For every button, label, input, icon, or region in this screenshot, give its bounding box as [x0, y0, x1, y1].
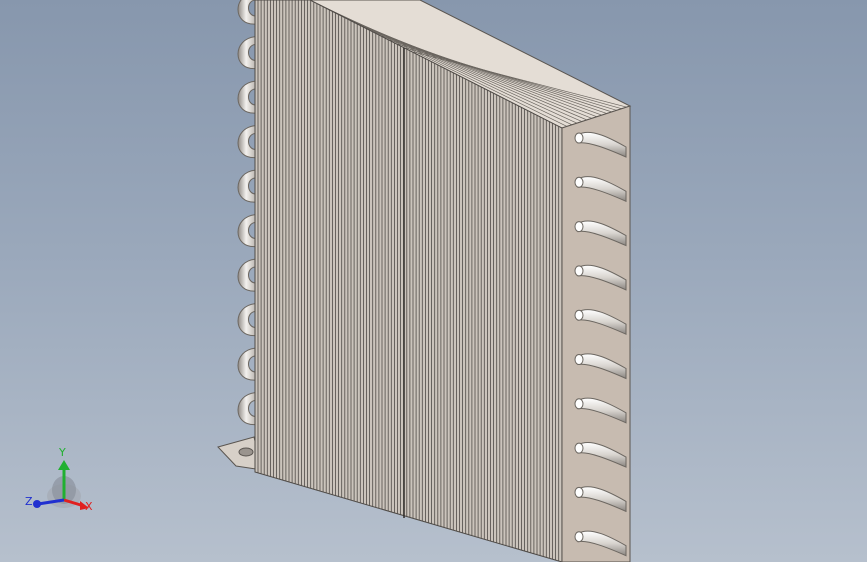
- left-bend: [237, 213, 257, 248]
- left-bend: [237, 258, 257, 292]
- left-bend: [237, 124, 257, 159]
- bracket-hole: [238, 447, 254, 457]
- left-bend: [237, 35, 257, 70]
- left-bend: [237, 0, 257, 25]
- left-return-bends: [237, 0, 257, 426]
- x-axis-label: X: [85, 500, 93, 513]
- left-bend: [237, 302, 257, 337]
- left-bend: [237, 347, 257, 381]
- y-axis-label: Y: [59, 446, 66, 459]
- left-bend: [237, 80, 257, 114]
- left-bend: [237, 169, 257, 203]
- model-view[interactable]: [0, 0, 867, 562]
- graphics-viewport[interactable]: Y X Z: [0, 0, 867, 562]
- z-axis-label: Z: [25, 495, 33, 508]
- left-bend: [237, 391, 257, 426]
